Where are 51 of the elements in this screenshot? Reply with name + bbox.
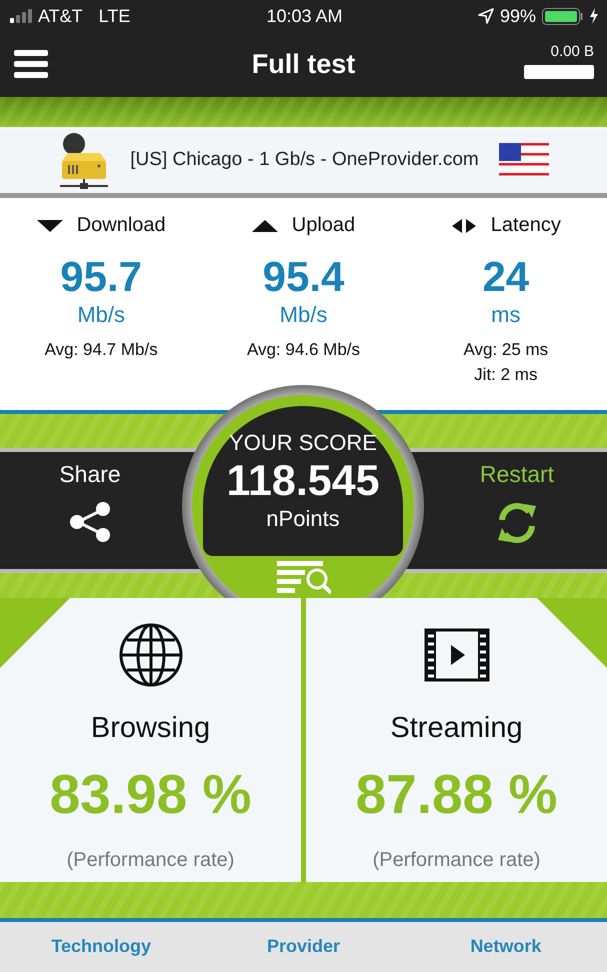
share-icon xyxy=(68,502,112,542)
metric-label: Latency xyxy=(490,214,561,237)
metric-unit: Mb/s xyxy=(77,301,125,329)
up-triangle-icon xyxy=(252,218,278,234)
metric-stat: Avg: 94.7 Mb/s xyxy=(44,339,158,361)
screen-title: Full test xyxy=(252,49,356,79)
performance-caption: (Performance rate) xyxy=(66,849,234,872)
metric-unit: Mb/s xyxy=(280,301,328,329)
down-triangle-icon xyxy=(36,218,63,234)
film-play-icon xyxy=(424,628,490,682)
signal-icon xyxy=(10,9,32,23)
metric-label: Download xyxy=(76,214,166,237)
metric-value: 95.4 xyxy=(262,253,344,301)
flag-icon xyxy=(498,142,549,178)
share-button[interactable]: Share xyxy=(59,461,121,542)
data-usage: 0.00 B xyxy=(550,43,594,60)
list-search-icon xyxy=(277,561,331,594)
location-arrow-icon xyxy=(478,8,494,24)
network-type: LTE xyxy=(98,6,130,26)
metric-label: Upload xyxy=(292,214,356,237)
score-value: 118.545 xyxy=(226,456,380,506)
column-heading: Technology xyxy=(50,936,152,957)
column-heading: Network xyxy=(469,936,542,957)
carrier-name: AT&T xyxy=(38,6,83,26)
metric-value: 24 xyxy=(482,253,530,301)
battery-percent: 99% xyxy=(500,6,536,26)
metric-unit: ms xyxy=(491,301,520,329)
charging-bolt-icon xyxy=(588,8,599,24)
score-label: YOUR SCORE xyxy=(229,430,377,456)
card-title: Streaming xyxy=(390,712,523,745)
server-name: [US] Chicago - 1 Gb/s - OneProvider.com xyxy=(130,149,479,171)
restart-button[interactable]: Restart xyxy=(480,461,554,544)
battery-icon xyxy=(542,8,583,24)
server-icon xyxy=(58,131,110,189)
column-heading: Provider xyxy=(266,936,341,957)
metric-stat: Avg: 94.6 Mb/s xyxy=(246,339,360,361)
metric-stat: Avg: 25 ms xyxy=(463,339,548,361)
score-unit: nPoints xyxy=(266,506,340,532)
metric-value: 95.7 xyxy=(60,253,142,301)
refresh-icon xyxy=(496,502,538,544)
clock-time: 10:03 AM xyxy=(266,6,343,26)
performance-value: 83.98 % xyxy=(50,763,252,825)
menu-button[interactable] xyxy=(14,50,48,78)
usage-bar xyxy=(524,65,594,79)
card-title: Browsing xyxy=(90,712,210,745)
performance-value: 87.88 % xyxy=(356,763,558,825)
globe-icon xyxy=(118,622,184,688)
metric-stat: Jit: 2 ms xyxy=(474,364,538,386)
menu-icon xyxy=(14,50,48,78)
performance-caption: (Performance rate) xyxy=(372,849,540,872)
left-right-arrows-icon xyxy=(450,218,477,234)
